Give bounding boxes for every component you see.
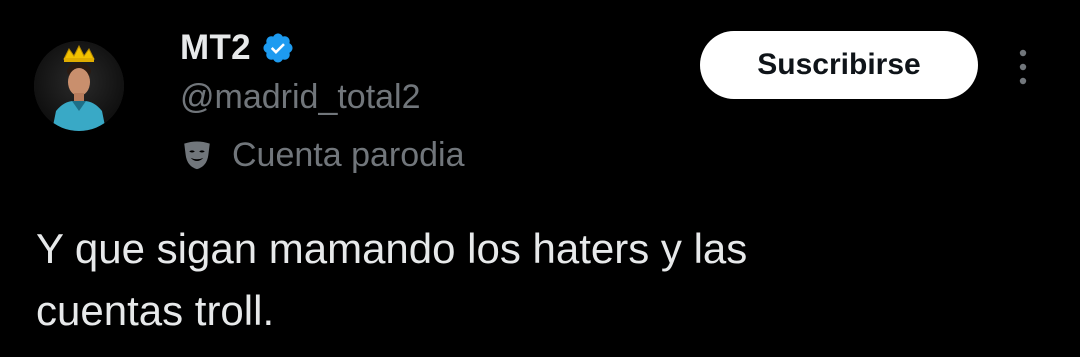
more-options-button[interactable] xyxy=(1008,44,1038,90)
verified-badge-icon[interactable] xyxy=(261,31,295,65)
account-label: Cuenta parodia xyxy=(180,133,465,177)
parody-label: Cuenta parodia xyxy=(232,135,465,174)
parody-mask-icon xyxy=(180,138,214,172)
more-vertical-icon xyxy=(1019,49,1027,85)
display-name[interactable]: MT2 xyxy=(180,28,251,68)
tweet-card: MT2 @madrid_total2 Cuenta parodia Suscri… xyxy=(0,0,1080,357)
avatar[interactable] xyxy=(34,41,124,131)
avatar-icon xyxy=(34,41,124,131)
author-name-row: MT2 xyxy=(180,27,295,69)
subscribe-button[interactable]: Suscribirse xyxy=(700,31,978,99)
author-handle[interactable]: @madrid_total2 xyxy=(180,78,421,117)
tweet-text: Y que sigan mamando los haters y las cue… xyxy=(36,225,748,334)
